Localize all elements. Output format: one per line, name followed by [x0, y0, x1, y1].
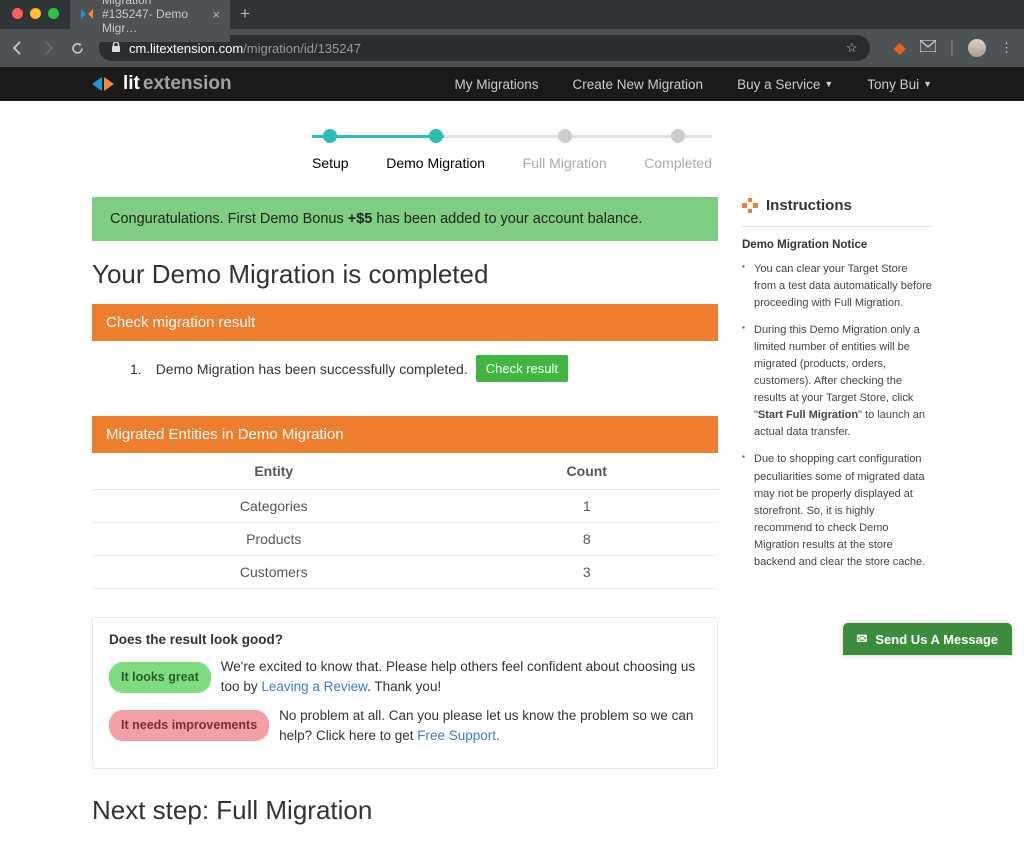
browser-chrome: Migration #135247- Demo Migr… × + cm.lit…: [0, 0, 1024, 67]
check-result-header: Check migration result: [92, 304, 718, 341]
instructions-sidebar: Instructions Demo Migration Notice You c…: [742, 197, 932, 581]
feedback-bad-button[interactable]: It needs improvements: [109, 710, 269, 741]
browser-menu-button[interactable]: ⋮: [1000, 40, 1014, 56]
reload-button[interactable]: [70, 41, 85, 56]
entities-table: Entity Count Categories1 Products8 Custo…: [92, 453, 718, 589]
table-row: Categories1: [92, 490, 718, 523]
instruction-item: During this Demo Migration only a limite…: [742, 322, 932, 441]
instructions-title: Instructions: [766, 197, 852, 214]
instruction-item: You can clear your Target Store from a t…: [742, 261, 932, 312]
chat-widget[interactable]: ✉ Send Us A Message: [843, 623, 1013, 655]
tab-close-button[interactable]: ×: [212, 7, 220, 22]
feedback-title: Does the result look good?: [109, 632, 701, 647]
extension-icon-1[interactable]: ◆: [894, 38, 906, 58]
step-demo[interactable]: Demo Migration: [386, 129, 485, 171]
entities-header: Migrated Entities in Demo Migration: [92, 416, 718, 453]
extension-icon-2[interactable]: [920, 39, 936, 57]
page-title: Your Demo Migration is completed: [92, 259, 718, 290]
nav-user-menu[interactable]: Tony Bui▼: [867, 77, 932, 92]
step-full: Full Migration: [523, 129, 607, 171]
nav-my-migrations[interactable]: My Migrations: [454, 77, 538, 92]
chevron-down-icon: ▼: [824, 79, 833, 89]
close-window-button[interactable]: [12, 8, 23, 19]
tab-favicon: [80, 7, 94, 21]
logo-icon: [92, 77, 114, 91]
step-setup[interactable]: Setup: [312, 129, 349, 171]
url-text: cm.litextension.com/migration/id/135247: [129, 41, 361, 56]
result-text: Demo Migration has been successfully com…: [156, 361, 468, 377]
th-entity: Entity: [92, 453, 456, 490]
forward-button[interactable]: [40, 40, 56, 56]
progress-stepper: Setup Demo Migration Full Migration Comp…: [92, 101, 932, 197]
site-logo[interactable]: litextension: [92, 73, 232, 95]
th-count: Count: [456, 453, 718, 490]
table-row: Customers3: [92, 556, 718, 589]
bonus-alert: Conguratulations. First Demo Bonus +$5 h…: [92, 197, 718, 241]
minimize-window-button[interactable]: [30, 8, 41, 19]
table-row: Products8: [92, 523, 718, 556]
free-support-link[interactable]: Free Support: [417, 728, 496, 743]
profile-avatar[interactable]: [968, 39, 986, 57]
chevron-down-icon: ▼: [923, 79, 932, 89]
instructions-icon: [742, 198, 758, 214]
step-completed: Completed: [644, 129, 712, 171]
site-header: litextension My Migrations Create New Mi…: [0, 67, 1024, 101]
feedback-box: Does the result look good? It looks grea…: [92, 617, 718, 769]
nav-buy-service[interactable]: Buy a Service▼: [737, 77, 833, 92]
nav-create-new[interactable]: Create New Migration: [573, 77, 704, 92]
instructions-subtitle: Demo Migration Notice: [742, 239, 932, 251]
feedback-good-button[interactable]: It looks great: [109, 662, 211, 693]
lock-icon: [111, 41, 121, 56]
tab-title: Migration #135247- Demo Migr…: [102, 0, 204, 35]
next-step-heading: Next step: Full Migration: [92, 795, 718, 826]
back-button[interactable]: [10, 40, 26, 56]
browser-tab[interactable]: Migration #135247- Demo Migr… ×: [70, 0, 230, 42]
list-number: 1.: [130, 361, 142, 377]
new-tab-button[interactable]: +: [230, 4, 260, 24]
instruction-item: Due to shopping cart configuration pecul…: [742, 451, 932, 570]
bookmark-star-icon[interactable]: ☆: [846, 40, 858, 56]
envelope-icon: ✉: [857, 631, 868, 647]
check-result-button[interactable]: Check result: [476, 355, 568, 382]
leave-review-link[interactable]: Leaving a Review: [261, 679, 367, 694]
maximize-window-button[interactable]: [48, 8, 59, 19]
